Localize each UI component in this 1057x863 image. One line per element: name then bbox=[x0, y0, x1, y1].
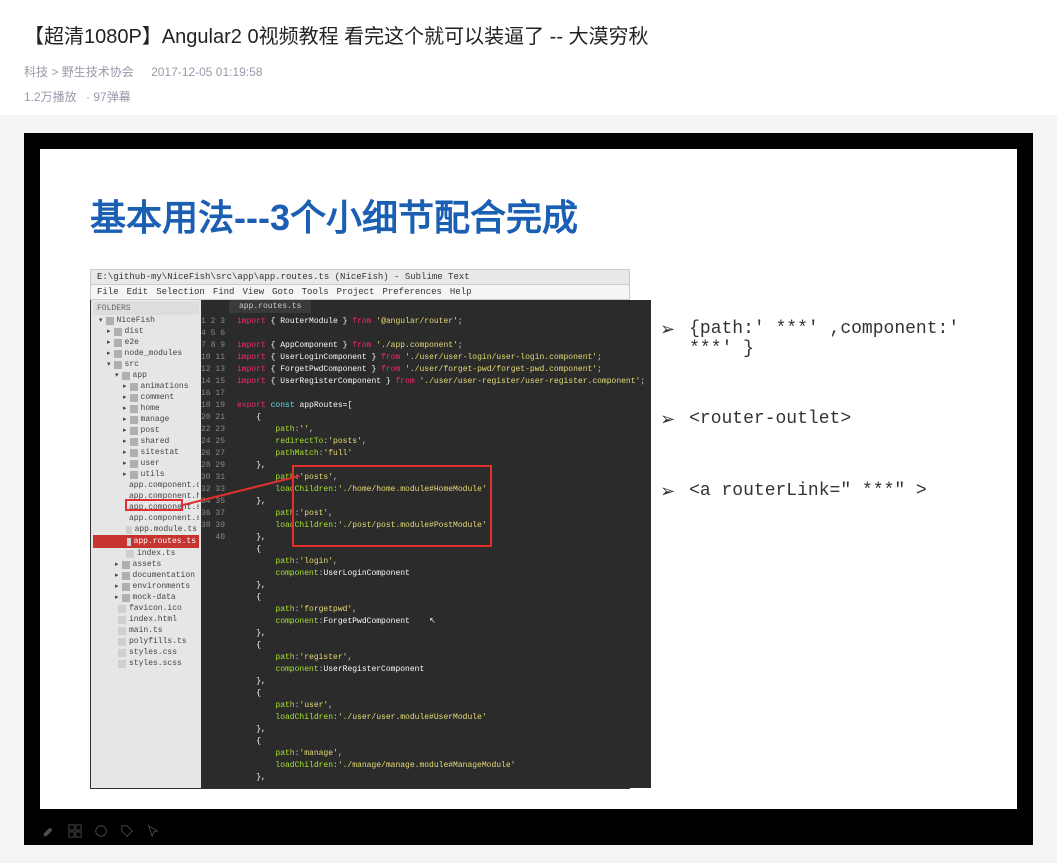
tree-item: ▸environments bbox=[93, 581, 199, 592]
editor-screenshot: E:\github-my\NiceFish\src\app\app.routes… bbox=[90, 269, 630, 789]
video-stats: 1.2万播放 · 97弹幕 bbox=[24, 88, 1033, 105]
bullet-item: ➢<router-outlet> bbox=[660, 409, 987, 431]
edit-icon[interactable] bbox=[42, 824, 56, 838]
tree-item: ▸manage bbox=[93, 414, 199, 425]
tree-item: app.routes.ts bbox=[93, 535, 199, 548]
tree-item: styles.css bbox=[93, 647, 199, 658]
tree-item: app.component.spec.ts bbox=[93, 513, 199, 524]
breadcrumb[interactable]: 科技 > 野生技术协会 bbox=[24, 65, 137, 79]
editor-titlebar: E:\github-my\NiceFish\src\app\app.routes… bbox=[90, 269, 630, 285]
slide-heading: 基本用法---3个小细节配合完成 bbox=[90, 189, 987, 241]
menu-item: Project bbox=[337, 287, 375, 297]
folders-header: FOLDERS bbox=[93, 302, 199, 315]
grid-icon[interactable] bbox=[68, 824, 82, 838]
tree-item: ▾NiceFish bbox=[93, 315, 199, 326]
code-content: import { RouterModule } from '@angular/r… bbox=[229, 300, 651, 788]
tree-item: styles.scss bbox=[93, 658, 199, 669]
tree-item: ▸home bbox=[93, 403, 199, 414]
video-meta: 科技 > 野生技术协会 2017-12-05 01:19:58 bbox=[24, 63, 1033, 80]
danmu-count: 97弹幕 bbox=[93, 90, 130, 104]
tree-item: ▸e2e bbox=[93, 337, 199, 348]
tree-item: polyfills.ts bbox=[93, 636, 199, 647]
line-gutter: 1 2 3 4 5 6 7 8 9 10 11 12 13 14 15 16 1… bbox=[201, 300, 229, 788]
editor-menubar: File Edit Selection Find View Goto Tools Projec… bbox=[90, 285, 630, 300]
play-count: 1.2万播放 bbox=[24, 90, 77, 104]
menu-item: View bbox=[242, 287, 264, 297]
tree-item: ▸utils bbox=[93, 469, 199, 480]
tree-item: app.component.html bbox=[93, 491, 199, 502]
video-title: 【超清1080P】Angular2 0视频教程 看完这个就可以装逼了 -- 大漠… bbox=[24, 20, 1033, 49]
bullet-item: ➢<a routerLink=" ***" > bbox=[660, 481, 987, 503]
tree-item: ▸shared bbox=[93, 436, 199, 447]
tree-item: index.html bbox=[93, 614, 199, 625]
tree-item: favicon.ico bbox=[93, 603, 199, 614]
tree-item: ▸mock-data bbox=[93, 592, 199, 603]
chevron-icon: ➢ bbox=[660, 319, 675, 341]
tree-item: ▸comment bbox=[93, 392, 199, 403]
menu-item: Edit bbox=[127, 287, 149, 297]
cursor-icon[interactable] bbox=[146, 824, 160, 838]
tree-item: ▸assets bbox=[93, 559, 199, 570]
tree-item: ▾src bbox=[93, 359, 199, 370]
bullet-item: ➢{path:' ***' ,component:' ***' } bbox=[660, 319, 987, 359]
tag-icon[interactable] bbox=[120, 824, 134, 838]
tree-item: ▾app bbox=[93, 370, 199, 381]
editor-tab: app.routes.ts bbox=[229, 300, 311, 313]
slide-content: 基本用法---3个小细节配合完成 E:\github-my\NiceFish\s… bbox=[40, 149, 1017, 809]
timestamp: 2017-12-05 01:19:58 bbox=[151, 65, 262, 79]
video-player[interactable]: 基本用法---3个小细节配合完成 E:\github-my\NiceFish\s… bbox=[24, 133, 1033, 845]
folders-panel: FOLDERS ▾NiceFish▸dist▸e2e▸node_modules▾… bbox=[91, 300, 201, 788]
tree-item: ▸user bbox=[93, 458, 199, 469]
menu-item: Preferences bbox=[382, 287, 441, 297]
bullet-list: ➢{path:' ***' ,component:' ***' } ➢<route… bbox=[660, 269, 987, 789]
subcategory-link[interactable]: 野生技术协会 bbox=[62, 65, 134, 79]
code-panel: app.routes.ts 1 2 3 4 5 6 7 8 9 10 11 12… bbox=[201, 300, 651, 788]
tree-item: ▸sitestat bbox=[93, 447, 199, 458]
menu-item: Tools bbox=[302, 287, 329, 297]
tree-item: ▸post bbox=[93, 425, 199, 436]
menu-item: Help bbox=[450, 287, 472, 297]
tree-item: app.module.ts bbox=[93, 524, 199, 535]
category-link[interactable]: 科技 bbox=[24, 65, 48, 79]
tree-item: app.component.css bbox=[93, 480, 199, 491]
tree-item: ▸animations bbox=[93, 381, 199, 392]
tree-item: main.ts bbox=[93, 625, 199, 636]
tree-item: ▸dist bbox=[93, 326, 199, 337]
tree-item: ▸documentation bbox=[93, 570, 199, 581]
menu-item: Goto bbox=[272, 287, 294, 297]
player-controls[interactable] bbox=[24, 817, 1033, 845]
menu-item: Find bbox=[213, 287, 235, 297]
chevron-icon: ➢ bbox=[660, 481, 675, 503]
tree-item: ▸node_modules bbox=[93, 348, 199, 359]
tree-item: index.ts bbox=[93, 548, 199, 559]
circle-icon[interactable] bbox=[94, 824, 108, 838]
menu-item: Selection bbox=[156, 287, 205, 297]
chevron-icon: ➢ bbox=[660, 409, 675, 431]
tree-item: app.component.scss bbox=[93, 502, 199, 513]
menu-item: File bbox=[97, 287, 119, 297]
